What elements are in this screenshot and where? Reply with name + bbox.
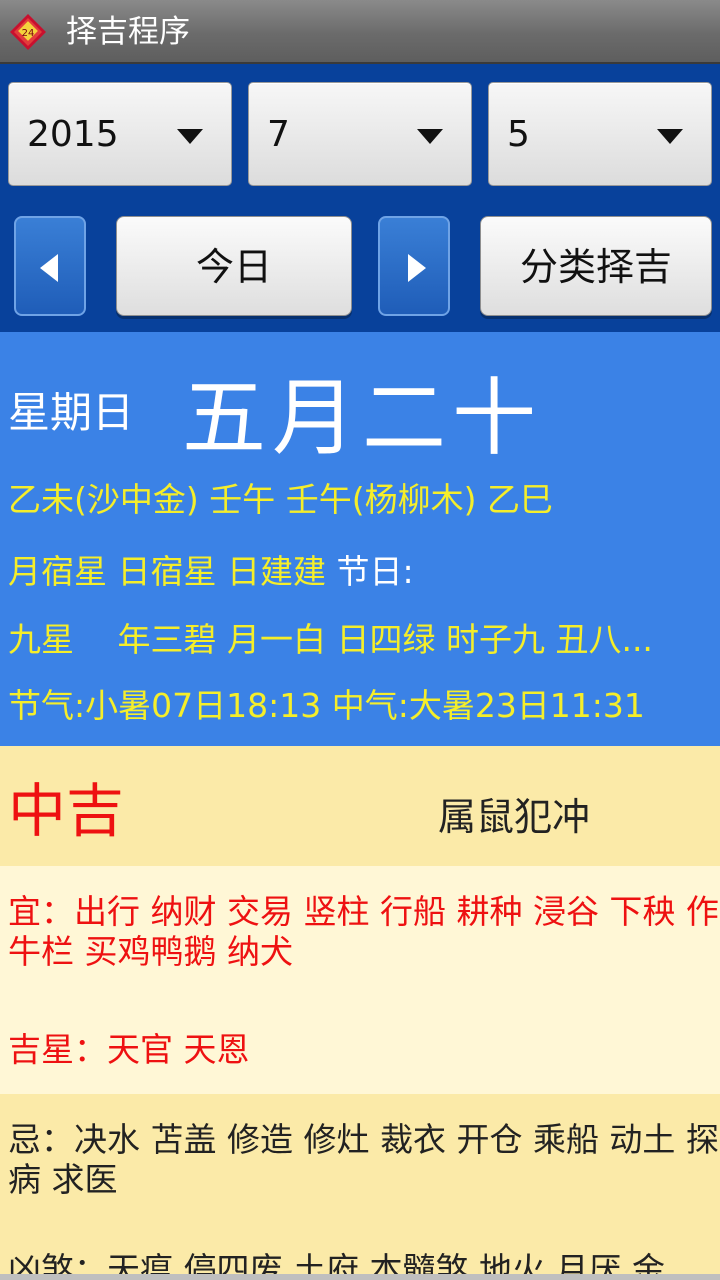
category-button-label: 分类择吉: [519, 245, 672, 289]
next-day-button[interactable]: [378, 216, 450, 316]
day-rating: 中吉: [8, 777, 125, 845]
inauspicious-panel: 忌：决水 苫盖 修造 修灶 裁衣 开仓 乘船 动土 探病 求医 凶煞：天瘟 停四…: [0, 1094, 720, 1280]
fortune-panel: 中吉 属鼠犯冲: [0, 746, 720, 866]
dropdown-arrow-icon: [417, 129, 443, 144]
solar-terms-line: 节气:小暑07日18:13 中气:大暑23日11:31: [8, 686, 645, 725]
category-select-button[interactable]: 分类择吉: [480, 216, 712, 316]
zodiac-clash: 属鼠犯冲: [438, 795, 591, 839]
stars-line: 月宿星 日宿星 日建建 节日:: [8, 552, 414, 592]
prev-day-button[interactable]: [14, 216, 86, 316]
calendar-app-icon: 24: [10, 14, 46, 50]
year-spinner[interactable]: 2015: [8, 82, 232, 186]
day-value: 5: [507, 114, 530, 155]
right-arrow-icon: [408, 254, 426, 282]
scroll-edge: [0, 1274, 720, 1280]
today-button[interactable]: 今日: [116, 216, 352, 316]
left-arrow-icon: [40, 254, 58, 282]
title-bar: 24 择吉程序: [0, 0, 720, 64]
nine-stars-line: 九星 年三碧 月一白 日四绿 时子九 丑八...: [8, 620, 653, 659]
suitable-activities: 宜：出行 纳财 交易 竖柱 行船 耕种 浸谷 下秧 作牛栏 买鸡鸭鹅 纳犬: [8, 892, 719, 971]
dropdown-arrow-icon: [657, 129, 683, 144]
date-info-panel: 星期日 五月二十 乙未(沙中金) 壬午 壬午(杨柳木) 乙巳 月宿星 日宿星 日…: [0, 332, 720, 746]
today-button-label: 今日: [195, 245, 272, 289]
ganzhi-line: 乙未(沙中金) 壬午 壬午(杨柳木) 乙巳: [8, 480, 553, 519]
day-spinner[interactable]: 5: [488, 82, 712, 186]
dropdown-arrow-icon: [177, 129, 203, 144]
avoid-activities: 忌：决水 苫盖 修造 修灶 裁衣 开仓 乘船 动土 探病 求医: [8, 1120, 719, 1199]
holiday-label: 节日:: [336, 552, 414, 591]
weekday: 星期日: [8, 388, 135, 437]
date-controls: 2015 7 5 今日 分类择吉: [0, 64, 720, 332]
lunar-date: 五月二十: [182, 369, 543, 467]
year-value: 2015: [27, 114, 119, 155]
app-title: 择吉程序: [66, 14, 190, 50]
lucky-stars: 吉星：天官 天恩: [8, 1030, 250, 1069]
month-spinner[interactable]: 7: [248, 82, 472, 186]
auspicious-panel: 宜：出行 纳财 交易 竖柱 行船 耕种 浸谷 下秧 作牛栏 买鸡鸭鹅 纳犬 吉星…: [0, 866, 720, 1094]
month-value: 7: [267, 114, 290, 155]
stars-text: 月宿星 日宿星 日建建: [8, 552, 326, 591]
svg-text:24: 24: [22, 28, 35, 39]
